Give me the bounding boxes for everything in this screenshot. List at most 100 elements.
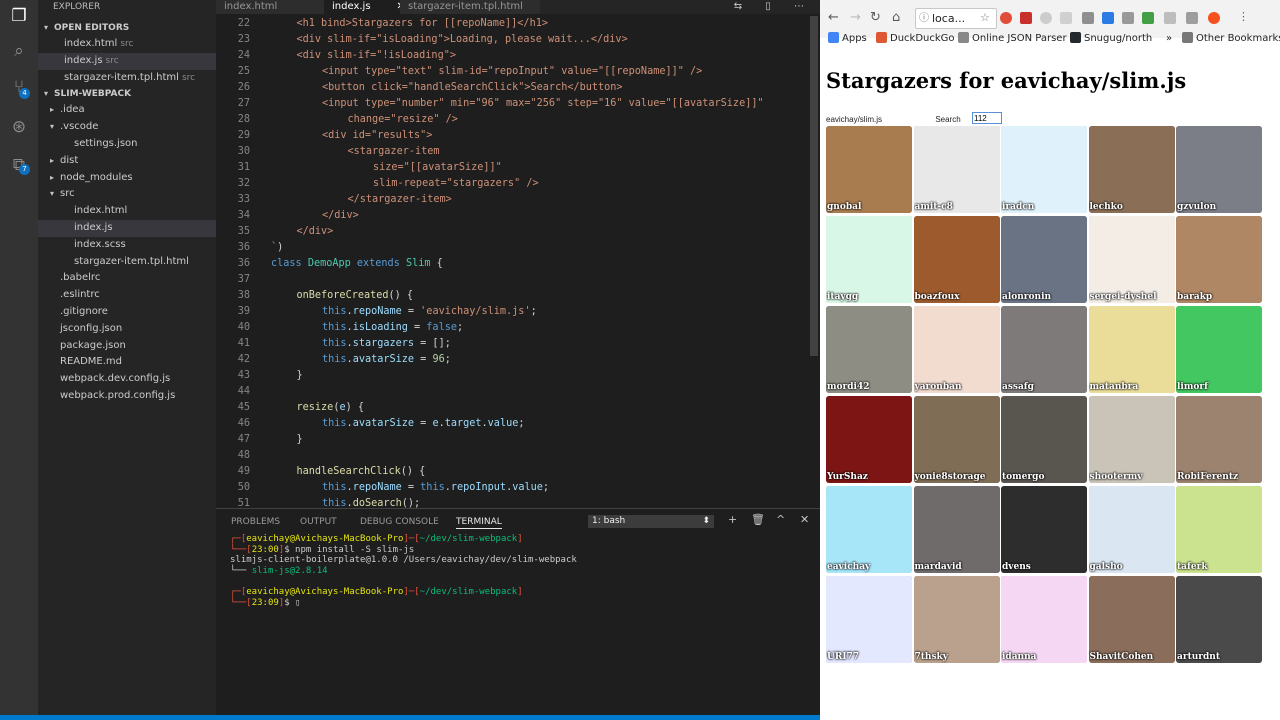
stargazer-item[interactable]: limorf <box>1176 306 1262 393</box>
tree-file[interactable]: README.md <box>38 354 216 371</box>
stargazer-item[interactable]: galsho <box>1088 486 1175 573</box>
stargazer-item[interactable]: gzvulon <box>1176 126 1262 213</box>
tree-file[interactable]: jsconfig.json <box>38 321 216 338</box>
tab-index-html[interactable]: index.html <box>216 0 324 14</box>
tree-file[interactable]: stargazer-item.tpl.html <box>38 254 216 271</box>
opera-extension-icon[interactable] <box>1000 12 1012 24</box>
stargazer-item[interactable]: mordi42 <box>826 306 912 393</box>
stargazer-item[interactable]: URI77 <box>826 576 912 663</box>
extension-icon[interactable] <box>1060 12 1072 24</box>
bookmark-item[interactable]: Other Bookmarks <box>1182 32 1280 46</box>
debug-icon[interactable]: ⊛ <box>8 116 30 138</box>
extension-icon[interactable] <box>1186 12 1198 24</box>
bookmark-item[interactable]: » <box>1166 32 1172 46</box>
terminal-select[interactable]: 1: bash ⬍ <box>588 515 714 528</box>
files-icon[interactable]: ❐ <box>8 5 30 27</box>
editor-scrollbar[interactable] <box>810 16 818 356</box>
tree-folder[interactable]: ▸ .idea <box>38 102 216 119</box>
extension-icon[interactable] <box>1102 12 1114 24</box>
tree-file[interactable]: settings.json <box>38 136 216 153</box>
stargazer-item[interactable]: YurShaz <box>826 396 912 483</box>
bookmark-item[interactable]: Online JSON Parser <box>958 32 1067 46</box>
forward-icon[interactable]: → <box>850 10 861 25</box>
stargazer-item[interactable]: alonronin <box>1001 216 1087 303</box>
open-editor-item[interactable]: index.js src <box>38 52 216 70</box>
tab-index-js[interactable]: index.js✕ <box>324 0 405 14</box>
tree-file[interactable]: index.js <box>38 219 216 237</box>
stargazer-item[interactable]: taferk <box>1176 486 1262 573</box>
search-icon[interactable]: ⌕ <box>8 40 30 62</box>
tab-stargazer-item[interactable]: stargazer-item.tpl.html <box>400 0 540 14</box>
tab-debug-console[interactable]: DEBUG CONSOLE <box>360 515 439 529</box>
tree-file[interactable]: package.json <box>38 338 216 355</box>
tree-folder[interactable]: ▾ .vscode <box>38 119 216 136</box>
stargazer-item[interactable]: mardavid <box>913 486 1000 573</box>
stargazer-item[interactable]: lechko <box>1088 126 1175 213</box>
code-view[interactable]: 22 <h1 bind>Stargazers for [[repoName]]</… <box>216 16 806 508</box>
extension-icon[interactable] <box>1020 12 1032 24</box>
open-editors-header[interactable]: ▾ OPEN EDITORS <box>38 20 216 36</box>
tree-file[interactable]: .gitignore <box>38 304 216 321</box>
back-icon[interactable]: ← <box>828 10 839 25</box>
tree-file[interactable]: .babelrc <box>38 270 216 287</box>
stargazer-item[interactable]: RobiFerentz <box>1176 396 1262 483</box>
reload-icon[interactable]: ↻ <box>870 10 881 25</box>
tree-file[interactable]: webpack.dev.config.js <box>38 371 216 388</box>
repo-input[interactable] <box>826 113 921 125</box>
stargazer-item[interactable]: yonie8storage <box>913 396 1000 483</box>
tree-file[interactable]: index.html <box>38 203 216 220</box>
tab-output[interactable]: OUTPUT <box>300 515 337 529</box>
stargazer-item[interactable]: assafg <box>1001 306 1087 393</box>
stargazer-item[interactable]: eavichay <box>826 486 912 573</box>
tree-folder[interactable]: ▸ dist <box>38 153 216 170</box>
extension-icon[interactable] <box>1208 12 1220 24</box>
stargazer-item[interactable]: shootermv <box>1088 396 1175 483</box>
project-header[interactable]: ▾ SLIM-WEBPACK <box>38 86 216 102</box>
stargazer-item[interactable]: itaygg <box>826 216 912 303</box>
stargazer-item[interactable]: dvens <box>1001 486 1087 573</box>
open-editor-item[interactable]: index.html src <box>38 36 216 53</box>
tree-folder[interactable]: ▾ src <box>38 186 216 203</box>
stargazer-item[interactable]: boazfoux <box>913 216 1000 303</box>
close-panel-icon[interactable]: ✕ <box>800 513 809 526</box>
trash-icon[interactable]: 🗑 <box>751 513 765 526</box>
bookmark-item[interactable]: DuckDuckGo <box>876 32 955 46</box>
extension-icon[interactable] <box>1142 12 1154 24</box>
extension-icon[interactable] <box>1164 12 1176 24</box>
bookmark-star-icon[interactable]: ☆ <box>980 11 990 24</box>
stargazer-item[interactable]: barakp <box>1176 216 1262 303</box>
bookmark-item[interactable]: Snugug/north <box>1070 32 1152 46</box>
avatar-size-input[interactable] <box>972 112 1002 124</box>
open-editor-item[interactable]: stargazer-item.tpl.html src <box>38 70 216 87</box>
stargazer-item[interactable]: iradcn <box>1001 126 1087 213</box>
tree-file[interactable]: webpack.prod.config.js <box>38 388 216 405</box>
stargazer-item[interactable]: amit-c8 <box>913 126 1000 213</box>
home-icon[interactable]: ⌂ <box>892 10 900 25</box>
search-button[interactable]: Search <box>932 112 964 126</box>
stargazer-item[interactable]: gnobal <box>826 126 912 213</box>
tree-file[interactable]: index.scss <box>38 237 216 254</box>
tab-problems[interactable]: PROBLEMS <box>231 515 280 529</box>
editor-actions-icon[interactable]: ⇆ ▯ ⋯ <box>734 0 814 14</box>
new-terminal-icon[interactable]: + <box>728 513 737 526</box>
tab-terminal[interactable]: TERMINAL <box>456 515 502 529</box>
tree-item-label: .gitignore <box>60 305 108 317</box>
stargazer-item[interactable]: ShavitCohen <box>1088 576 1175 663</box>
bookmark-item[interactable]: Apps <box>828 32 867 46</box>
terminal-output[interactable]: ┌─[eavichay@Avichays-MacBook-Pro]─[~/dev… <box>230 534 577 608</box>
tree-file[interactable]: .eslintrc <box>38 287 216 304</box>
stargazer-item[interactable]: sergei-dyshel <box>1088 216 1175 303</box>
maximize-icon[interactable]: ^ <box>776 513 785 526</box>
stargazer-item[interactable]: idanna <box>1001 576 1087 663</box>
stargazer-item[interactable]: tomergo <box>1001 396 1087 483</box>
stargazer-item[interactable]: arturdnt <box>1176 576 1262 663</box>
menu-icon[interactable]: ⋮ <box>1238 10 1249 23</box>
code-line: <div id="results"> <box>322 130 433 141</box>
stargazer-item[interactable]: matanbra <box>1088 306 1175 393</box>
extension-icon[interactable] <box>1040 12 1052 24</box>
stargazer-item[interactable]: yaronban <box>913 306 1000 393</box>
tree-folder[interactable]: ▸ node_modules <box>38 170 216 187</box>
extension-icon[interactable] <box>1082 12 1094 24</box>
extension-icon[interactable] <box>1122 12 1134 24</box>
stargazer-item[interactable]: 7thsky <box>913 576 1000 663</box>
